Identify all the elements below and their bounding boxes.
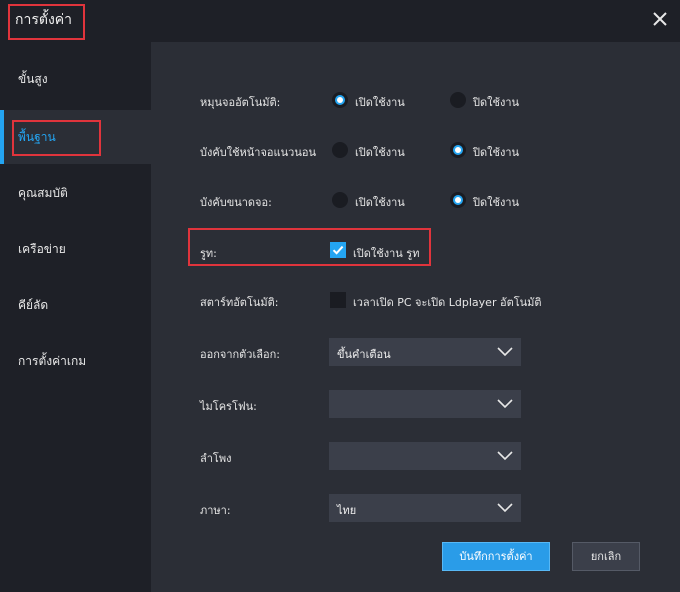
cancel-button[interactable]: ยกเลิก: [572, 542, 640, 571]
language-label: ภาษา:: [200, 504, 231, 517]
force-size-on-radio[interactable]: [332, 192, 348, 208]
force-landscape-off-radio[interactable]: [450, 142, 466, 158]
autostart-checkbox-label: เวลาเปิด PC จะเปิด Ldplayer อัตโนมัติ: [353, 296, 542, 309]
sidebar-item-label: คีย์ลัด: [18, 298, 49, 312]
auto-rotate-off-radio[interactable]: [450, 92, 466, 108]
sidebar-item-basic[interactable]: พื้นฐาน: [0, 110, 151, 164]
speaker-select[interactable]: [329, 442, 521, 470]
sidebar-item-label: การตั้งค่าเกม: [18, 354, 87, 368]
root-label: รูท:: [200, 247, 217, 260]
close-icon[interactable]: [650, 9, 670, 29]
autostart-checkbox[interactable]: [330, 292, 346, 308]
sidebar-item-network[interactable]: เครือข่าย: [0, 222, 151, 276]
sidebar-item-properties[interactable]: คุณสมบัติ: [0, 166, 151, 220]
force-landscape-off-label: ปิดใช้งาน: [473, 146, 520, 159]
force-landscape-on-radio[interactable]: [332, 142, 348, 158]
exit-option-label: ออกจากตัวเลือก:: [200, 348, 280, 361]
chevron-down-icon: [497, 399, 513, 409]
force-size-on-label: เปิดใช้งาน: [355, 196, 405, 209]
root-checkbox-label: เปิดใช้งาน รูท: [353, 247, 420, 260]
speaker-label: ลำโพง: [200, 452, 232, 465]
sidebar-item-label: เครือข่าย: [18, 242, 66, 256]
root-checkbox[interactable]: [330, 242, 346, 258]
sidebar-item-shortcuts[interactable]: คีย์ลัด: [0, 278, 151, 332]
settings-panel: หมุนจออัตโนมัติ: เปิดใช้งาน ปิดใช้งาน บั…: [151, 42, 680, 592]
window-title: การตั้งค่า: [15, 12, 73, 28]
microphone-label: ไมโครโฟน:: [200, 400, 257, 413]
language-value: ไทย: [337, 504, 357, 517]
force-size-off-label: ปิดใช้งาน: [473, 196, 520, 209]
exit-option-select[interactable]: ขึ้นคำเตือน: [329, 338, 521, 366]
sidebar: ขั้นสูง พื้นฐาน คุณสมบัติ เครือข่าย คีย์…: [0, 42, 151, 592]
auto-rotate-on-label: เปิดใช้งาน: [355, 96, 405, 109]
sidebar-item-label: คุณสมบัติ: [18, 186, 68, 200]
save-settings-button[interactable]: บันทึกการตั้งค่า: [442, 542, 550, 571]
force-size-off-radio[interactable]: [450, 192, 466, 208]
auto-rotate-label: หมุนจออัตโนมัติ:: [200, 96, 281, 109]
autostart-label: สตาร์ทอัตโนมัติ:: [200, 296, 279, 309]
sidebar-item-label: พื้นฐาน: [18, 130, 56, 144]
force-size-label: บังคับขนาดจอ:: [200, 196, 272, 209]
auto-rotate-on-radio[interactable]: [332, 92, 348, 108]
chevron-down-icon: [497, 451, 513, 461]
language-select[interactable]: ไทย: [329, 494, 521, 522]
force-landscape-label: บังคับใช้หน้าจอแนวนอน: [200, 146, 316, 159]
sidebar-item-advanced[interactable]: ขั้นสูง: [0, 52, 151, 106]
exit-option-value: ขึ้นคำเตือน: [337, 348, 391, 361]
sidebar-item-label: ขั้นสูง: [18, 72, 48, 86]
sidebar-item-game-settings[interactable]: การตั้งค่าเกม: [0, 334, 151, 388]
title-bar: การตั้งค่า: [0, 0, 680, 42]
chevron-down-icon: [497, 503, 513, 513]
auto-rotate-off-label: ปิดใช้งาน: [473, 96, 520, 109]
force-landscape-on-label: เปิดใช้งาน: [355, 146, 405, 159]
chevron-down-icon: [497, 347, 513, 357]
microphone-select[interactable]: [329, 390, 521, 418]
checkmark-icon: [332, 245, 344, 255]
